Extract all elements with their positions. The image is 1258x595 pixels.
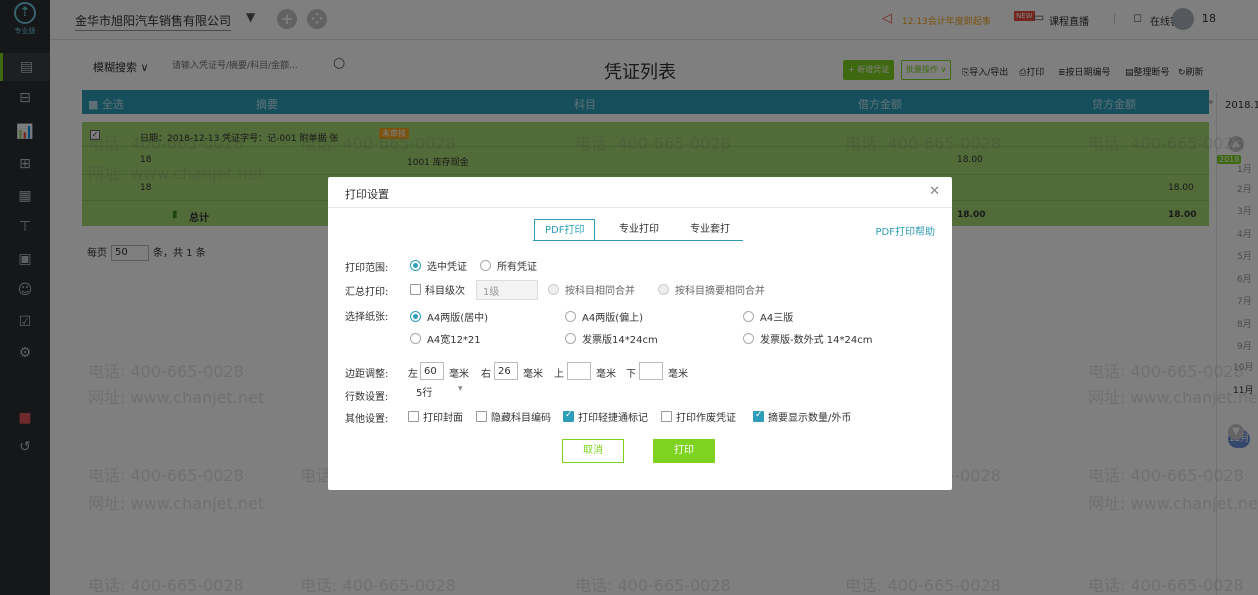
unit-label: 毫米 [523, 369, 543, 380]
level-input[interactable] [476, 280, 538, 300]
paper-option[interactable]: A4宽12*21 [410, 331, 481, 346]
margin-top-input[interactable] [567, 362, 591, 380]
option-label: 按科目摘要相同合并 [675, 286, 765, 297]
checkbox-checked[interactable] [563, 410, 574, 422]
option-label: 打印轻捷通标记 [578, 413, 648, 424]
option-label: 发票版14*24cm [582, 335, 658, 346]
margin-label: 边距调整: [345, 369, 389, 380]
tab-pdf-print[interactable]: PDF打印 [534, 219, 596, 241]
radio-button[interactable] [410, 311, 421, 322]
option-label: 发票版-数外式 14*24cm [760, 335, 873, 346]
margin-left-label: 左 [408, 369, 418, 380]
radio-button[interactable] [743, 311, 754, 322]
cancel-button[interactable]: 取消 [562, 439, 624, 463]
print-confirm-button[interactable]: 打印 [653, 439, 715, 463]
margin-right-input[interactable] [494, 362, 518, 380]
margin-top-label: 上 [554, 369, 564, 380]
hide-account-code-checkbox[interactable]: 隐藏科目编码 [476, 409, 551, 424]
merge-by-account[interactable]: 按科目相同合并 [548, 282, 635, 297]
checkbox[interactable] [476, 411, 487, 422]
margin-bottom-label: 下 [626, 369, 636, 380]
range-option-selected[interactable]: 选中凭证 [410, 258, 467, 273]
paper-option[interactable]: A4两版(居中) [410, 309, 488, 324]
radio-button[interactable] [565, 311, 576, 322]
print-mark-checkbox[interactable]: 打印轻捷通标记 [563, 409, 648, 424]
checkbox[interactable] [661, 411, 672, 422]
close-icon[interactable]: ✕ [929, 184, 940, 199]
radio-button[interactable] [480, 260, 491, 271]
paper-label: 选择纸张: [345, 312, 389, 323]
print-settings-dialog: 打印设置 ✕ PDF打印 专业打印 专业套打 PDF打印帮助 打印范围: 选中凭… [328, 177, 952, 490]
pdf-help-link[interactable]: PDF打印帮助 [876, 223, 935, 238]
option-label: 打印作废凭证 [676, 413, 736, 424]
range-label: 打印范围: [345, 263, 389, 274]
unit-label: 毫米 [668, 369, 688, 380]
print-cover-checkbox[interactable]: 打印封面 [408, 409, 463, 424]
rows-label: 行数设置: [345, 392, 389, 403]
option-label: 所有凭证 [497, 262, 537, 273]
show-qty-checkbox[interactable]: 摘要显示数量/外币 [753, 409, 851, 424]
checkbox-checked[interactable] [753, 410, 764, 422]
tab-pro-template-print[interactable]: 专业套打 [680, 219, 740, 241]
merge-by-account-summary[interactable]: 按科目摘要相同合并 [658, 282, 765, 297]
paper-option[interactable]: 发票版14*24cm [565, 331, 658, 346]
option-label: 选中凭证 [427, 262, 467, 273]
option-label: 打印封面 [423, 413, 463, 424]
paper-option[interactable]: A4三版 [743, 309, 793, 324]
checkbox[interactable] [410, 284, 421, 295]
margin-bottom-input[interactable] [639, 362, 663, 380]
dialog-title: 打印设置 [345, 188, 389, 201]
paper-option[interactable]: A4两版(偏上) [565, 309, 643, 324]
radio-button[interactable] [658, 284, 669, 295]
option-label: A4三版 [760, 313, 794, 324]
radio-button[interactable] [548, 284, 559, 295]
summary-label: 汇总打印: [345, 287, 389, 298]
option-label: 按科目相同合并 [565, 286, 635, 297]
option-label: 科目级次 [425, 286, 465, 297]
option-label: 摘要显示数量/外币 [768, 413, 852, 424]
range-option-all[interactable]: 所有凭证 [480, 258, 537, 273]
tab-underline [533, 240, 743, 241]
paper-option[interactable]: 发票版-数外式 14*24cm [743, 331, 872, 346]
option-label: A4两版(居中) [427, 313, 489, 324]
margin-left-input[interactable] [420, 362, 444, 380]
margin-right-label: 右 [481, 369, 491, 380]
unit-label: 毫米 [596, 369, 616, 380]
checkbox[interactable] [408, 411, 419, 422]
radio-button[interactable] [410, 333, 421, 344]
tab-pro-print[interactable]: 专业打印 [609, 219, 669, 241]
option-label: 隐藏科目编码 [491, 413, 551, 424]
unit-label: 毫米 [449, 369, 469, 380]
chevron-down-icon[interactable]: ▾ [458, 384, 463, 394]
print-void-checkbox[interactable]: 打印作废凭证 [661, 409, 736, 424]
summary-level-checkbox[interactable]: 科目级次 [410, 282, 465, 297]
divider [328, 207, 952, 208]
radio-button[interactable] [743, 333, 754, 344]
option-label: A4两版(偏上) [582, 313, 644, 324]
radio-button[interactable] [565, 333, 576, 344]
other-label: 其他设置: [345, 414, 389, 425]
option-label: A4宽12*21 [427, 335, 481, 346]
radio-button[interactable] [410, 260, 421, 271]
